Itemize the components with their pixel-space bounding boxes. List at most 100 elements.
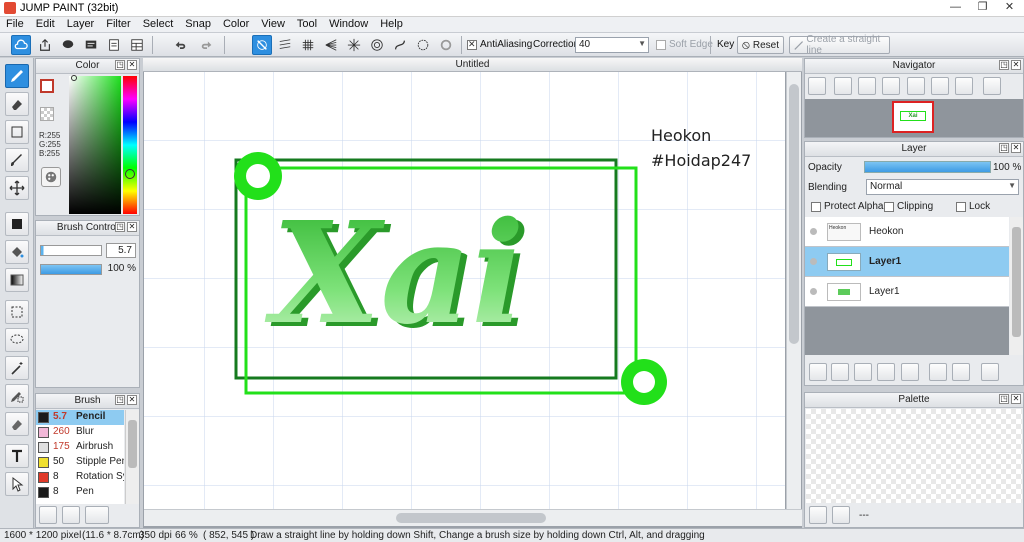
new-halftone-layer-icon[interactable]: [854, 363, 872, 381]
blending-select[interactable]: Normal ▼: [866, 179, 1019, 195]
brush-item-airbrush[interactable]: 175 Airbrush: [36, 440, 124, 455]
bucket-fill-icon[interactable]: [5, 240, 29, 264]
layer-row[interactable]: Layer1: [805, 277, 1009, 307]
float-icon[interactable]: ◳: [999, 60, 1009, 70]
canvas-vertical-scrollbar[interactable]: [786, 72, 801, 509]
visibility-icon[interactable]: [810, 288, 817, 295]
message-icon[interactable]: [81, 35, 101, 55]
text-tool-icon[interactable]: [5, 444, 29, 468]
saturation-value-picker[interactable]: [69, 76, 121, 214]
correction-select[interactable]: 40 ▼: [575, 37, 649, 53]
brush-item-pen[interactable]: 8 Pen: [36, 485, 124, 500]
delete-layer-icon[interactable]: [981, 363, 999, 381]
restore-icon[interactable]: ❐: [969, 0, 996, 16]
brush-item-blur[interactable]: 260 Blur: [36, 425, 124, 440]
close-icon[interactable]: ✕: [127, 395, 137, 405]
circle-snap-icon[interactable]: [413, 35, 433, 55]
brush-opacity-slider[interactable]: [40, 264, 102, 275]
scrollbar-thumb[interactable]: [128, 420, 137, 468]
foreground-color-swatch[interactable]: [40, 79, 54, 93]
palette-area[interactable]: [806, 409, 1022, 503]
brush-list-scrollbar[interactable]: [125, 410, 139, 504]
comment-icon[interactable]: [58, 35, 78, 55]
brush-item-pencil[interactable]: 5.7 Pencil: [36, 410, 124, 425]
close-icon[interactable]: ✕: [996, 0, 1023, 16]
layer-opacity-slider[interactable]: [864, 161, 991, 173]
layer-row[interactable]: Heokon Heokon: [805, 217, 1009, 247]
concentric-snap-icon[interactable]: [367, 35, 387, 55]
new-raster-layer-icon[interactable]: [831, 363, 849, 381]
merge-down-icon[interactable]: [952, 363, 970, 381]
perspective-snap-icon[interactable]: [321, 35, 341, 55]
close-icon[interactable]: ✕: [1011, 143, 1021, 153]
snap-off-icon[interactable]: [252, 35, 272, 55]
layer-list-scrollbar[interactable]: [1010, 217, 1023, 355]
menu-filter[interactable]: Filter: [100, 17, 136, 32]
transparent-color-swatch[interactable]: [40, 107, 54, 121]
menu-layer[interactable]: Layer: [61, 17, 101, 32]
straight-line-button[interactable]: Create a straight line: [789, 34, 890, 56]
close-icon[interactable]: ✕: [1011, 394, 1021, 404]
palette-delete-icon[interactable]: [832, 506, 850, 524]
curve-snap-icon[interactable]: [390, 35, 410, 55]
brush-item-rotation-symmetry[interactable]: 8 Rotation Sy: [36, 470, 124, 485]
zoom-out-icon[interactable]: [882, 77, 900, 95]
palette-picker-button[interactable]: [41, 167, 61, 187]
fit-view-icon[interactable]: [858, 77, 876, 95]
eraser-tool-icon[interactable]: [5, 92, 29, 116]
radial-snap-icon[interactable]: [344, 35, 364, 55]
scrollbar-thumb[interactable]: [1012, 227, 1021, 337]
float-icon[interactable]: ◳: [115, 222, 125, 232]
canvas[interactable]: Xai Xai Heokon #Hoidap247: [144, 72, 785, 509]
brush-size-value[interactable]: 5.7: [106, 243, 136, 258]
close-icon[interactable]: ✕: [1011, 60, 1021, 70]
selection-pen-icon[interactable]: [5, 384, 29, 408]
duplicate-layer-icon[interactable]: [929, 363, 947, 381]
undo-icon[interactable]: [170, 35, 190, 55]
brush-item-stipple-pen[interactable]: 50 Stipple Pen: [36, 455, 124, 470]
new-layer-icon[interactable]: [809, 363, 827, 381]
minimize-icon[interactable]: —: [942, 0, 969, 16]
canvas-horizontal-scrollbar[interactable]: [144, 509, 802, 526]
gradient-tool-icon[interactable]: [5, 268, 29, 292]
rectangle-select-icon[interactable]: [5, 120, 29, 144]
palette-add-icon[interactable]: [809, 506, 827, 524]
operation-tool-icon[interactable]: [5, 472, 29, 496]
document-tab[interactable]: Untitled: [143, 58, 802, 72]
rotate-right-icon[interactable]: [955, 77, 973, 95]
protect-alpha-checkbox[interactable]: [811, 202, 821, 212]
visibility-icon[interactable]: [810, 258, 817, 265]
reset-rotation-icon[interactable]: [931, 77, 949, 95]
soft-edge-checkbox[interactable]: [656, 40, 666, 50]
menu-select[interactable]: Select: [137, 17, 180, 32]
redo-icon[interactable]: [197, 35, 217, 55]
scrollbar-thumb[interactable]: [396, 513, 546, 523]
scrollbar-thumb[interactable]: [789, 84, 799, 344]
close-icon[interactable]: ✕: [127, 60, 137, 70]
menu-view[interactable]: View: [255, 17, 291, 32]
antialiasing-checkbox[interactable]: [467, 39, 477, 50]
lasso-tool-icon[interactable]: [5, 328, 29, 352]
pen-tool-icon[interactable]: [5, 64, 29, 88]
menu-edit[interactable]: Edit: [30, 17, 61, 32]
move-tool-icon[interactable]: [5, 176, 29, 200]
fill-rect-icon[interactable]: [5, 212, 29, 236]
float-icon[interactable]: ◳: [115, 395, 125, 405]
menu-tool[interactable]: Tool: [291, 17, 323, 32]
hue-slider-handle[interactable]: [125, 169, 135, 179]
clipping-checkbox[interactable]: [884, 202, 894, 212]
reset-button[interactable]: Reset: [737, 36, 784, 54]
new-screen-layer-icon[interactable]: [877, 363, 895, 381]
cloud-icon[interactable]: [11, 35, 31, 55]
document-icon[interactable]: [104, 35, 124, 55]
menu-snap[interactable]: Snap: [179, 17, 217, 32]
brush-settings-button[interactable]: [39, 506, 57, 524]
selection-tool-icon[interactable]: [5, 300, 29, 324]
snap-settings-icon[interactable]: [436, 35, 456, 55]
magic-wand-icon[interactable]: [5, 356, 29, 380]
grid-snap-icon[interactable]: [298, 35, 318, 55]
menu-file[interactable]: File: [0, 17, 30, 32]
new-brush-button[interactable]: [62, 506, 80, 524]
menu-help[interactable]: Help: [374, 17, 409, 32]
export-icon[interactable]: [35, 35, 55, 55]
